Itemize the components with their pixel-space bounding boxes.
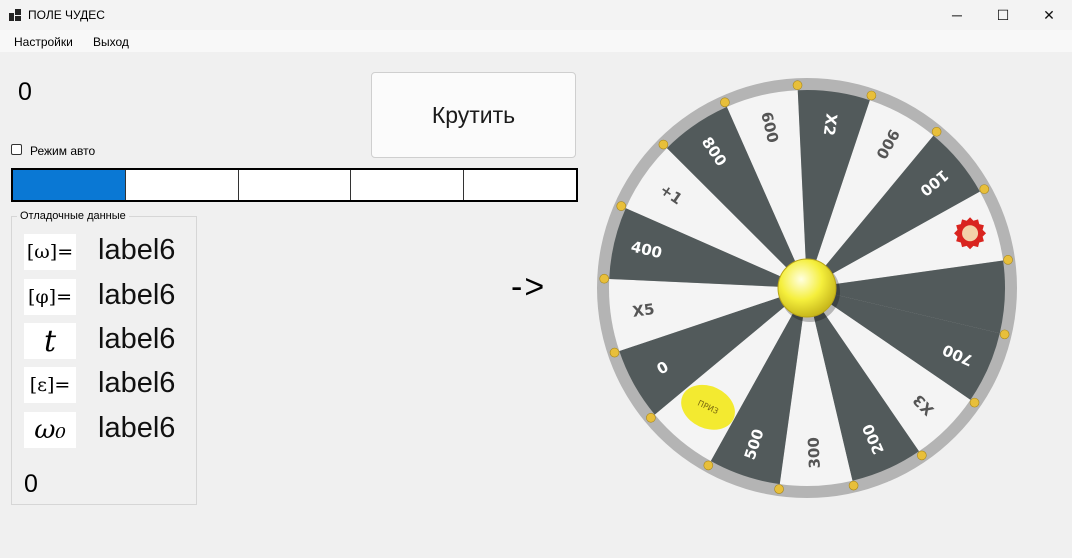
omega0-value: label6 [98,412,176,444]
wheel-sector-label: 300 [804,437,823,469]
menu-settings[interactable]: Настройки [14,35,73,49]
spin-button[interactable]: Крутить [371,72,576,158]
time-value: label6 [98,323,176,355]
time-formula: t [24,323,76,359]
auto-mode-checkbox[interactable] [11,144,22,155]
wheel-peg [979,184,990,194]
close-button[interactable]: ✕ [1026,0,1072,30]
wheel-pointer-arrow: -> [511,268,547,306]
wheel-peg [792,80,803,91]
wheel-peg [969,397,980,408]
omega-value: label6 [98,234,176,266]
wheel-peg [917,450,927,461]
maximize-button[interactable]: ☐ [980,0,1026,30]
progress-segment [125,170,239,200]
title-bar: ПОЛЕ ЧУДЕС ─ ☐ ✕ [0,0,1072,30]
omega0-formula: ω₀ [24,412,76,448]
wheel-sector-label: X2 [820,112,841,136]
app-icon [9,9,21,21]
phi-value: label6 [98,279,176,311]
wheel-peg [1003,255,1013,265]
window-title: ПОЛЕ ЧУДЕС [28,8,105,22]
minimize-button[interactable]: ─ [934,0,980,30]
auto-mode-label[interactable]: Режим авто [30,144,95,158]
score-label: 0 [18,78,32,106]
wheel-sector-label: X5 [631,300,655,321]
wheel-hub [777,258,837,318]
wheel-peg [599,273,610,284]
wheel-peg [774,484,784,494]
progress-bar [11,168,578,202]
epsilon-formula: [ε]= [24,367,76,403]
wheel-peg [658,139,669,150]
omega-formula: [ω]= [24,234,76,270]
wheel-of-fortune: 900100700X3200300500ПРИЗ0X5400+1800600 X2 [597,78,1017,498]
phi-formula: [φ]= [24,279,76,315]
wheel-peg [609,347,620,358]
wheel-peg [866,90,877,101]
wheel-peg [999,329,1010,340]
progress-segment [351,170,465,200]
wheel-peg [703,460,714,471]
wheel-peg [720,97,730,108]
menu-exit[interactable]: Выход [93,35,129,49]
wheel-peg [931,126,942,137]
wheel-peg [616,201,627,211]
progress-segment [238,170,352,200]
epsilon-value: label6 [98,367,176,399]
wheel-peg [848,480,859,491]
wheel-peg [646,412,656,423]
menu-bar [0,30,1072,52]
debug-group-title: Отладочные данные [17,210,129,222]
debug-counter: 0 [24,470,38,498]
progress-segment [13,170,126,200]
progress-segment [464,170,576,200]
